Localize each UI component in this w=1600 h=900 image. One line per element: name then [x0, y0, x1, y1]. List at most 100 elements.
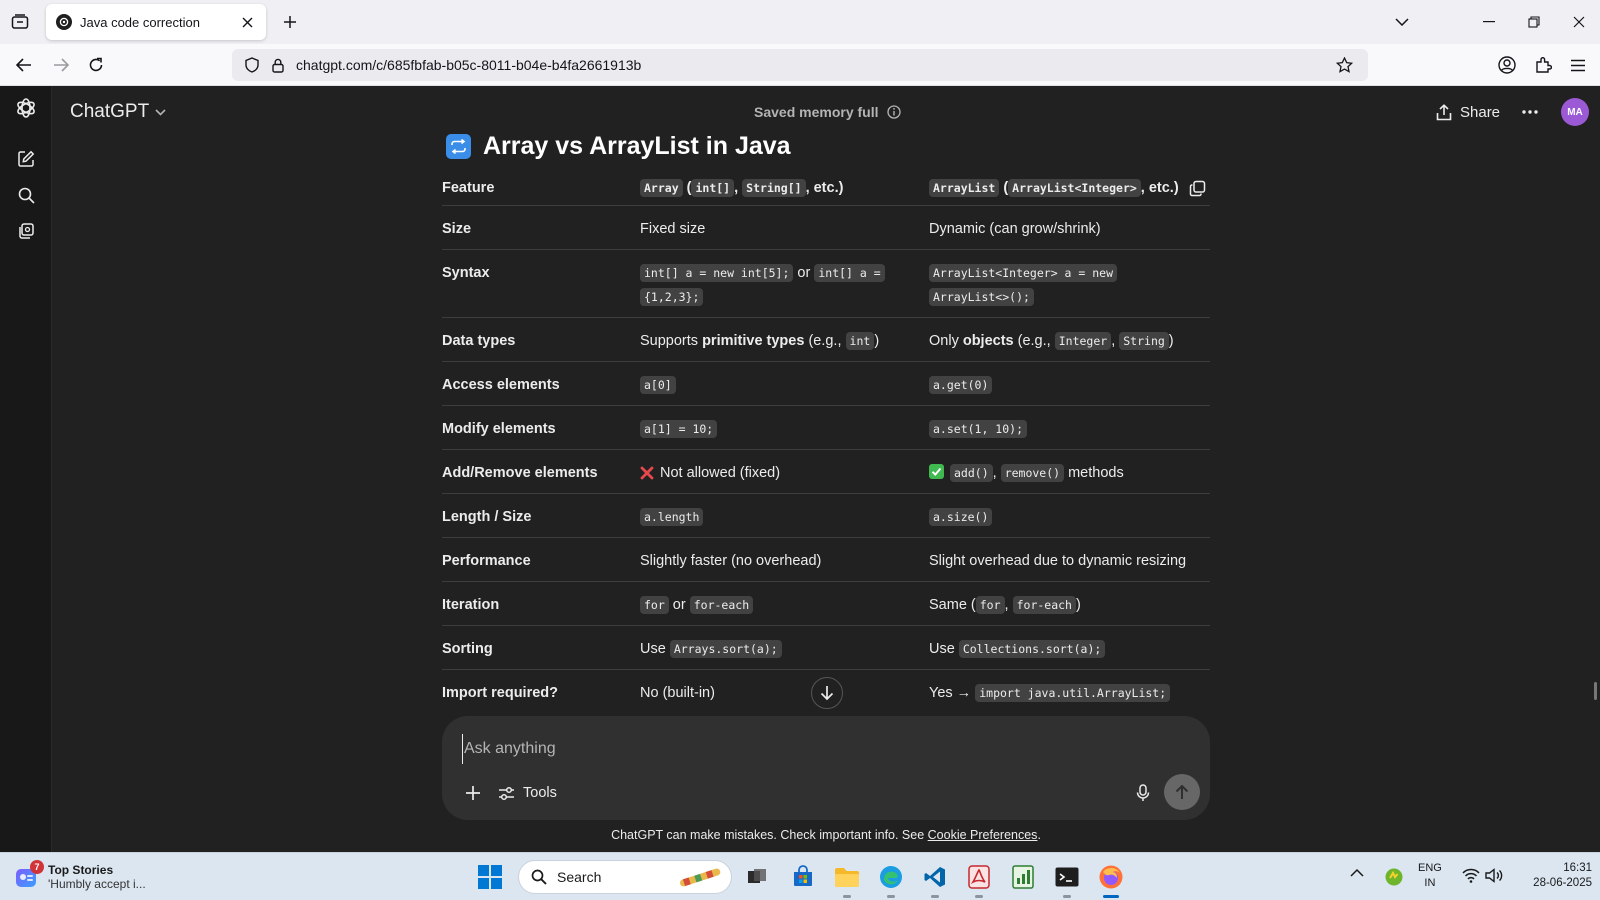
- code-snippet: a.length: [640, 508, 704, 526]
- firefox-icon[interactable]: [1096, 862, 1126, 898]
- scroll-to-bottom-button[interactable]: [811, 677, 843, 709]
- comparison-table: Feature Array (int[], String[], etc.) Ar…: [442, 174, 1210, 710]
- add-attachment-icon[interactable]: [460, 780, 486, 806]
- task-view-icon[interactable]: [742, 862, 772, 892]
- arraylist-cell: a.size(): [929, 505, 1199, 529]
- array-cell: int[] a = new int[5]; or int[] a = {1,2,3…: [640, 261, 910, 309]
- arraylist-cell: a.get(0): [929, 373, 1199, 397]
- arraylist-cell: ArrayList<Integer> a = new ArrayList<>();: [929, 261, 1199, 309]
- clock-date: 28-06-2025: [1533, 877, 1592, 889]
- terminal-icon[interactable]: [1052, 862, 1082, 898]
- notification-badge: 7: [30, 860, 44, 874]
- running-indicator: [975, 895, 983, 898]
- tab-overflow-chevron-icon[interactable]: [1392, 12, 1412, 32]
- tab-close-icon[interactable]: [238, 13, 256, 31]
- spreadsheet-chart-icon[interactable]: [1008, 862, 1038, 892]
- microsoft-store-icon[interactable]: [788, 862, 818, 892]
- openai-logo-icon[interactable]: [14, 96, 38, 120]
- forward-arrow-icon[interactable]: [49, 53, 73, 77]
- cookie-preferences-link[interactable]: Cookie Preferences: [928, 828, 1038, 842]
- prompt-input[interactable]: [462, 734, 1162, 764]
- tray-overflow-chevron-icon[interactable]: [1350, 868, 1368, 886]
- user-avatar[interactable]: MA: [1561, 98, 1589, 126]
- code-snippet: add(): [950, 464, 993, 482]
- cross-mark-icon: [640, 466, 654, 480]
- arraylist-cell: Same (for, for-each): [929, 593, 1199, 617]
- text: Use: [929, 641, 959, 657]
- arraylist-cell: add(), remove() methods: [929, 461, 1199, 485]
- extensions-puzzle-icon[interactable]: [1532, 53, 1556, 77]
- send-button[interactable]: [1164, 774, 1200, 810]
- lock-icon[interactable]: [266, 53, 290, 77]
- memory-status[interactable]: Saved memory full: [754, 101, 901, 123]
- wifi-icon[interactable]: [1462, 868, 1480, 883]
- feature-cell: Performance: [442, 553, 531, 569]
- table-row: Length / Size a.length a.size(): [442, 494, 1210, 538]
- search-chats-icon[interactable]: [14, 183, 38, 207]
- active-app-indicator: [1103, 895, 1119, 898]
- text: Same (: [929, 597, 976, 613]
- text: or: [793, 265, 815, 281]
- news-text: Top Stories 'Humbly accept i...: [48, 863, 146, 891]
- new-tab-icon[interactable]: [278, 10, 302, 34]
- array-cell: a[1] = 10;: [640, 417, 910, 441]
- minimize-window-icon[interactable]: [1475, 8, 1503, 36]
- reload-icon[interactable]: [84, 53, 108, 77]
- table-row: Add/Remove elements Not allowed (fixed) …: [442, 450, 1210, 494]
- feature-cell: Access elements: [442, 377, 560, 393]
- model-selector[interactable]: ChatGPT: [70, 99, 166, 125]
- running-indicator: [931, 895, 939, 898]
- microphone-icon[interactable]: [1130, 780, 1156, 806]
- vscode-icon[interactable]: [920, 862, 950, 898]
- tray-app-icon[interactable]: [1384, 867, 1404, 887]
- arraylist-cell: Slight overhead due to dynamic resizing: [929, 553, 1187, 569]
- info-icon[interactable]: [886, 105, 901, 119]
- chatgpt-favicon-icon: [56, 14, 72, 30]
- array-cell: a[0]: [640, 373, 910, 397]
- hamburger-menu-icon[interactable]: [1566, 53, 1590, 77]
- bookmark-star-icon[interactable]: [1332, 53, 1356, 77]
- code-snippet: ArrayList<>();: [929, 288, 1034, 306]
- windows-start-icon[interactable]: [478, 865, 502, 889]
- text: (: [999, 180, 1009, 196]
- tracking-shield-icon[interactable]: [240, 53, 264, 77]
- news-title: Top Stories: [48, 863, 114, 877]
- table-row: Sorting Use Arrays.sort(a); Use Collecti…: [442, 626, 1210, 670]
- restore-window-icon[interactable]: [1520, 8, 1548, 36]
- array-cell: No (built-in): [640, 685, 715, 701]
- code-snippet: a[1] = 10;: [640, 420, 718, 438]
- code-snippet: a.get(0): [929, 376, 993, 394]
- message-composer: Tools: [442, 716, 1210, 820]
- text: ,: [1004, 597, 1013, 613]
- heading-text: Array vs ArrayList in Java: [483, 131, 791, 160]
- more-options-icon[interactable]: [1517, 99, 1543, 125]
- repeat-arrows-icon: [446, 133, 471, 159]
- code-int-array: int[]: [691, 179, 735, 197]
- news-widget[interactable]: 7 Top Stories 'Humbly accept i...: [14, 859, 146, 895]
- system-clock[interactable]: 16:31 28-06-2025: [1512, 861, 1592, 891]
- close-window-icon[interactable]: [1565, 8, 1593, 36]
- arraylist-cell: a.set(1, 10);: [929, 417, 1199, 441]
- taskbar-search-box[interactable]: Search: [518, 860, 732, 894]
- model-name: ChatGPT: [70, 101, 150, 122]
- language-indicator[interactable]: ENG IN: [1418, 861, 1442, 891]
- new-chat-icon[interactable]: [14, 147, 38, 171]
- code-snippet: ArrayList<Integer> a = new: [929, 264, 1118, 282]
- feature-cell: Sorting: [442, 641, 493, 657]
- account-icon[interactable]: [1495, 53, 1519, 77]
- microsoft-edge-icon[interactable]: [876, 862, 906, 898]
- tab-list-icon[interactable]: [8, 10, 32, 34]
- back-arrow-icon[interactable]: [12, 53, 36, 77]
- text: ,: [734, 180, 743, 196]
- share-button[interactable]: Share: [1436, 97, 1500, 127]
- address-bar[interactable]: chatgpt.com/c/685fbfab-b05c-8011-b04e-b4…: [232, 49, 1368, 81]
- tools-button[interactable]: Tools: [498, 780, 557, 806]
- page-scrollbar[interactable]: [1594, 682, 1597, 700]
- file-explorer-icon[interactable]: [832, 862, 862, 898]
- pdf-tool-icon[interactable]: [964, 862, 994, 898]
- browser-tab-active[interactable]: Java code correction: [46, 4, 266, 40]
- arraylist-cell: Only objects (e.g., Integer, String): [929, 329, 1199, 353]
- array-cell: Not allowed (fixed): [640, 461, 910, 485]
- library-icon[interactable]: [14, 219, 38, 243]
- volume-icon[interactable]: [1485, 868, 1503, 883]
